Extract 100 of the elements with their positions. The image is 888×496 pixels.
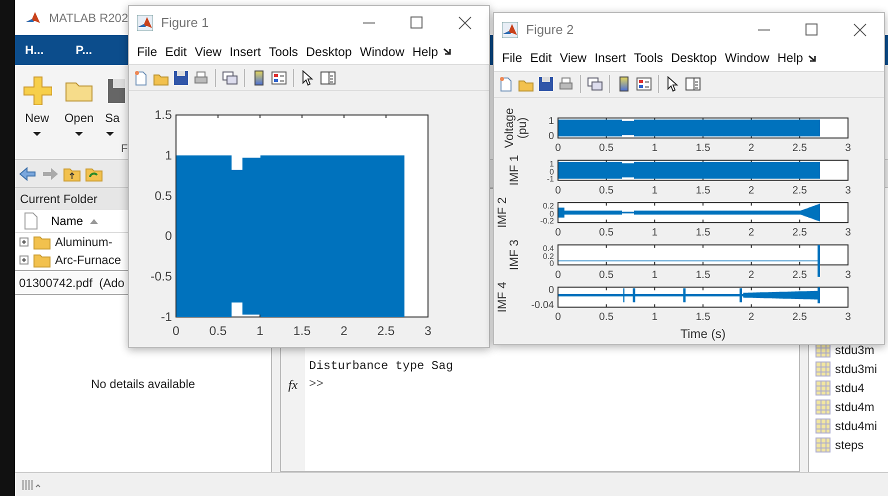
menu-item[interactable]: Desktop [667,49,721,68]
ribbon-tab[interactable]: P... [76,41,92,59]
panel-icon[interactable] [685,76,701,92]
column-header[interactable]: Name [45,212,84,230]
new-file-icon[interactable] [133,70,149,86]
axis-tick-label: 0 [555,310,561,323]
axis-tick-label: 2.5 [792,142,807,154]
variable-name[interactable]: stdu4 [835,378,864,396]
axis-tick-label: 2.5 [792,184,807,196]
axis-tick-label: 1.5 [696,226,710,238]
sort-ascending-icon[interactable] [89,217,100,225]
menu-item[interactable]: Insert [226,42,265,62]
variable-name[interactable]: stdu4mi [835,416,878,434]
axis-tick-label: 0 [550,166,554,176]
axis-label: IMF 3 [507,239,521,270]
plus-icon [22,75,52,105]
expand-icon[interactable] [19,237,29,247]
legend-icon[interactable] [271,70,287,86]
toolstrip-button[interactable]: New [21,75,53,159]
axis-tick-label: 0 [550,258,554,268]
back-arrow-icon[interactable] [19,166,37,182]
axis-tick-label: 2 [748,226,754,238]
axis-tick-label: 0 [165,229,172,244]
menu-item[interactable]: Window [720,49,774,68]
axis-tick-label: 0.5 [599,268,614,280]
menu-item[interactable]: Edit [161,42,191,62]
floppy-icon[interactable] [173,70,189,86]
axis-tick-label: 0.5 [599,310,614,323]
axis-tick-label: 1 [165,148,172,162]
menu-item[interactable]: Insert [590,49,630,68]
variable-name[interactable]: stdu3mi [835,360,878,378]
axis-tick-label: -0.04 [531,300,554,311]
axis-label: IMF 2 [495,196,509,228]
ribbon-tab[interactable]: H... [25,41,44,59]
menu-item[interactable]: View [190,42,226,62]
axis-tick-label: 2.5 [792,268,807,280]
command-prompt[interactable]: >> [309,375,454,393]
matrix-variable-icon [815,398,831,414]
axis-tick-label: 1 [652,226,658,238]
axis-tick-label: 2.5 [377,324,395,338]
details-message: No details available [90,376,196,392]
axis-tick-label: 0.5 [599,226,614,238]
matlab-logo-icon [25,10,41,26]
menu-item[interactable]: View [556,49,591,68]
function-hint[interactable]: fx [288,375,298,394]
variable-name[interactable]: stdu4m [835,398,874,416]
axis-tick-label: 1 [550,158,554,168]
pointer-icon[interactable] [665,76,681,92]
axis-tick-label: 1 [652,142,658,154]
folder-name[interactable]: Arc-Furnace [55,251,122,269]
axis-tick-label: 1.5 [696,310,710,323]
axis-tick-label: 2 [748,142,754,154]
menu-item[interactable]: Tools [630,49,668,68]
axis-tick-label: 3 [424,324,432,338]
axis-tick-label: 0 [555,184,561,196]
printer-icon[interactable] [193,70,209,86]
legend-icon[interactable] [636,76,652,92]
menu-item[interactable]: Help [408,42,442,62]
axis-label: Voltage (pu) [502,107,529,148]
matrix-variable-icon [815,436,831,452]
caret-icon [74,131,84,137]
axis-tick-label: 0 [548,284,554,296]
menu-item[interactable]: Help [773,49,808,68]
axis-tick-label: 2.5 [792,310,807,323]
folder-name[interactable]: Aluminum- [55,233,112,251]
expand-icon[interactable] [19,255,29,265]
floppy-icon[interactable] [538,76,554,92]
matrix-variable-icon [815,380,831,396]
toolstrip-button[interactable]: Open [63,75,95,159]
axis-tick-label: 3 [845,184,851,196]
new-file-icon[interactable] [498,76,514,92]
axis-tick-label: 2.5 [792,226,807,238]
axis-label: IMF 1 [507,154,521,186]
figure-icon [137,15,153,31]
menu-item[interactable]: Tools [264,42,302,62]
axis-label: IMF 4 [495,281,509,312]
pointer-icon[interactable] [300,70,316,86]
menu-item[interactable]: File [133,42,162,62]
figure-icon [502,22,518,38]
menu-item[interactable]: File [498,49,526,68]
axis-tick-label: 3 [845,268,851,280]
menu-item[interactable]: Desktop [302,42,356,62]
axis-tick-label: 0 [555,226,561,238]
axis-tick-label: 0.4 [542,243,554,252]
window-title: Figure 2 [526,21,574,40]
windows-icon[interactable] [587,76,603,92]
menu-item[interactable]: Edit [526,49,556,68]
variable-name[interactable]: steps [835,436,864,454]
menu-item[interactable]: Window [356,42,408,62]
command-output: Disturbance type Sag [309,358,454,375]
window-title: Figure 1 [161,14,209,32]
panel-icon[interactable] [320,70,336,86]
axis-label: Time (s) [680,326,726,340]
axis-tick-label: 0.5 [599,142,614,154]
printer-icon[interactable] [558,76,574,92]
variable-name[interactable]: stdu3m [835,340,874,358]
axis-tick-label: 1 [548,116,554,126]
windows-icon[interactable] [222,70,238,86]
axis-tick-label: -1 [160,310,172,324]
axis-tick-label: 3 [845,310,851,323]
